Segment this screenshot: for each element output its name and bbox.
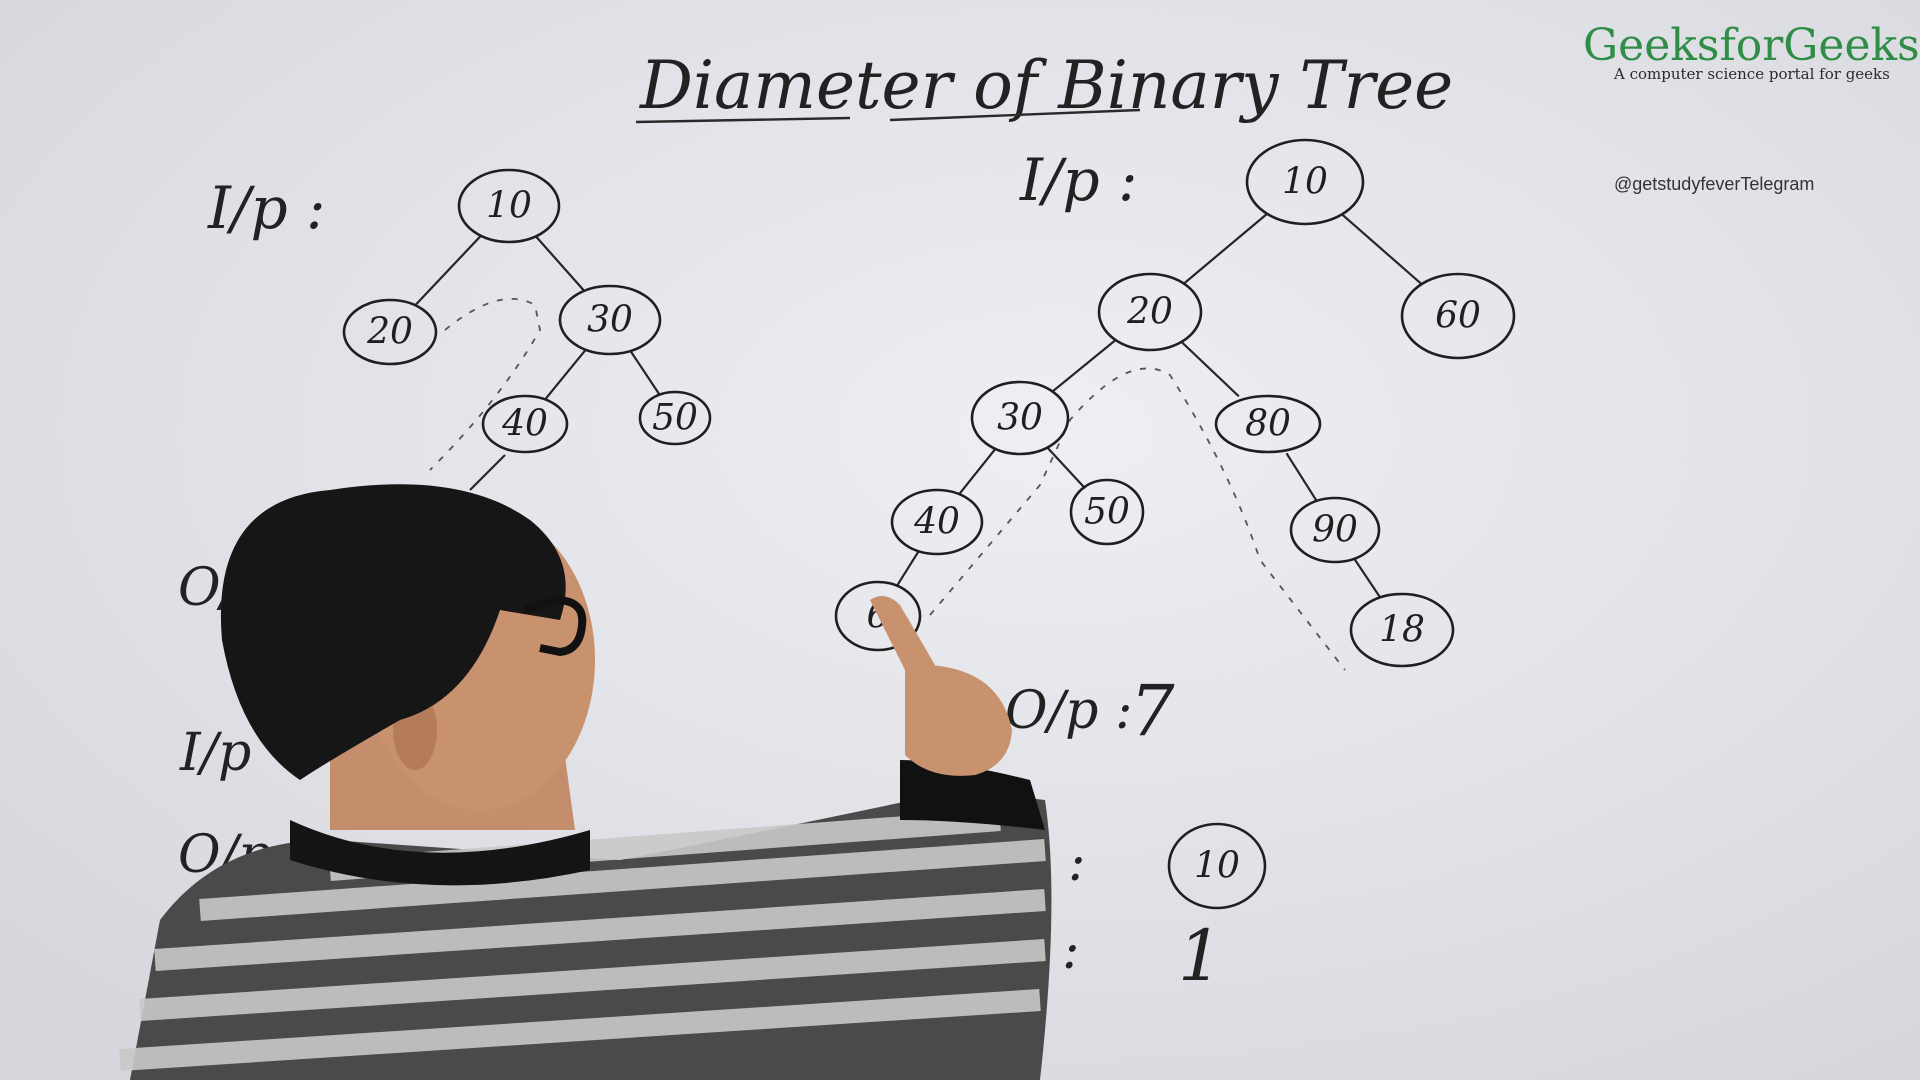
tree-node-label: 18 bbox=[1379, 610, 1425, 651]
tree-node-label: 80 bbox=[1245, 404, 1291, 445]
brand-logo: GeeksforGeeks bbox=[1583, 20, 1920, 71]
whiteboard: Diameter of Binary Tree GeeksforGeeks A … bbox=[0, 0, 1920, 1080]
example-3-output-value: 1 bbox=[1178, 915, 1223, 997]
tree-node-label: 40 bbox=[913, 502, 960, 543]
tree-node-label: 40 bbox=[501, 404, 548, 445]
example-3-input-colon: : bbox=[1068, 833, 1086, 893]
tree-node-label: 60 bbox=[1435, 296, 1481, 337]
tree-node-label: 30 bbox=[997, 398, 1043, 439]
example-3-input-label: I/p bbox=[179, 723, 251, 783]
tree-node-label: 90 bbox=[1312, 510, 1358, 551]
brand-tagline: A computer science portal for geeks bbox=[1613, 65, 1890, 83]
example-2-output-value: 7 bbox=[1130, 670, 1175, 752]
tree-node-label: 20 bbox=[366, 312, 413, 353]
example-3-output-colon: : bbox=[1062, 921, 1080, 981]
tree-node-label: 10 bbox=[1282, 162, 1328, 203]
tree-node-label: 10 bbox=[486, 186, 532, 227]
tree-node-label: 20 bbox=[1126, 292, 1173, 333]
tree-node-label: 30 bbox=[587, 300, 633, 341]
example-2-output-label: O/p : bbox=[1005, 681, 1133, 741]
board-title: Diameter of Binary Tree bbox=[639, 47, 1453, 124]
example-1-input-label: I/p : bbox=[207, 174, 326, 242]
tree-node-label: 10 bbox=[1194, 846, 1240, 887]
tree-node-label: 50 bbox=[1084, 492, 1130, 533]
tree-node-label: 50 bbox=[652, 398, 698, 439]
example-2-input-label: I/p : bbox=[1019, 146, 1138, 214]
watermark: @getstudyfeverTelegram bbox=[1614, 174, 1814, 194]
